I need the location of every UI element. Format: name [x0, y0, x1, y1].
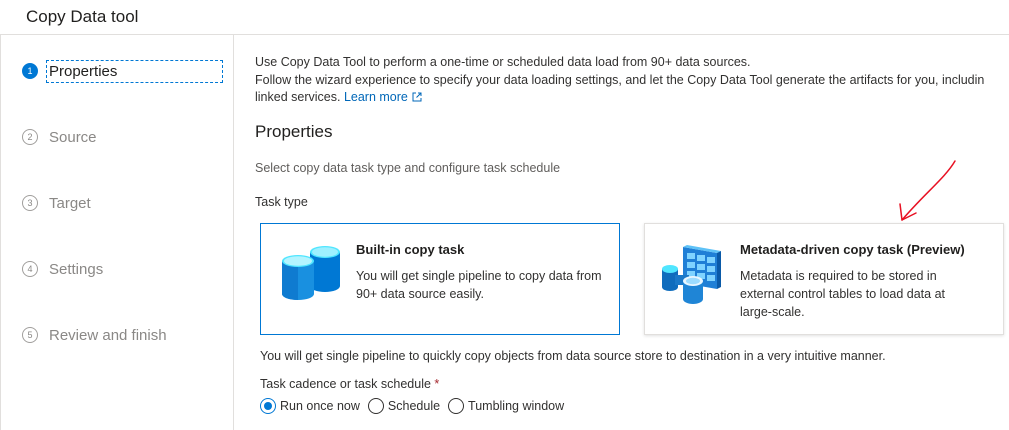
radio-circle[interactable]	[448, 398, 465, 414]
radio-label: Run once now	[280, 399, 360, 413]
task-type-label: Task type	[255, 195, 308, 209]
radio-schedule[interactable]: Schedule	[367, 398, 441, 414]
wizard-steps-sidebar: 1 Properties 2 Source 3 Target 4 Setting…	[0, 35, 234, 430]
metadata-driven-copy-task-card[interactable]: Metadata-driven copy task (Preview) Meta…	[644, 223, 1004, 335]
intro-line: linked services.	[255, 90, 341, 104]
step-target[interactable]: 3 Target	[22, 192, 232, 214]
schedule-label-text: Task cadence or task schedule	[260, 377, 431, 391]
radio-label: Schedule	[387, 399, 441, 413]
builtin-copy-task-card[interactable]: Built-in copy task You will get single p…	[260, 223, 620, 335]
step-number-badge: 3	[22, 195, 38, 211]
step-properties[interactable]: 1 Properties	[22, 59, 232, 83]
red-arrow-annotation	[899, 160, 956, 221]
radio-circle[interactable]	[367, 398, 384, 414]
card-title: Built-in copy task	[356, 242, 465, 257]
step-number-badge: 5	[22, 327, 38, 343]
section-title: Properties	[255, 122, 333, 141]
learn-more-link[interactable]: Learn more	[344, 90, 422, 104]
step-settings[interactable]: 4 Settings	[22, 258, 232, 280]
section-subtitle: Select copy data task type and configure…	[255, 161, 561, 175]
step-label: Settings	[49, 260, 104, 278]
step-source[interactable]: 2 Source	[22, 126, 232, 148]
card-description: You will get single pipeline to copy dat…	[356, 269, 602, 301]
step-label: Properties	[46, 59, 223, 83]
main-content: Use Copy Data Tool to perform a one-time…	[255, 35, 1009, 430]
step-label: Target	[49, 194, 91, 212]
schedule-label: Task cadence or task schedule *	[260, 377, 439, 391]
metadata-table-icon	[662, 245, 721, 304]
step-label: Source	[49, 128, 97, 146]
task-type-note: You will get single pipeline to quickly …	[260, 349, 886, 363]
intro-line-3: linked services. Learn more	[255, 89, 984, 107]
required-asterisk: *	[434, 377, 440, 391]
card-title: Metadata-driven copy task (Preview)	[740, 242, 965, 257]
window-title: Copy Data tool	[26, 7, 139, 26]
card-description: Metadata is required to be stored in ext…	[740, 269, 945, 319]
schedule-radio-group: Run once now Schedule Tumbling window	[260, 398, 572, 414]
learn-more-label: Learn more	[343, 90, 408, 104]
radio-tumbling-window[interactable]: Tumbling window	[448, 398, 564, 414]
intro-text: Use Copy Data Tool to perform a one-time…	[255, 54, 984, 107]
step-number-badge: 4	[22, 261, 38, 277]
radio-circle[interactable]	[260, 398, 276, 414]
intro-line: Follow the wizard experience to specify …	[255, 72, 985, 87]
step-review-and-finish[interactable]: 5 Review and finish	[22, 324, 232, 346]
title-bar: Copy Data tool	[0, 0, 1009, 35]
database-icon	[282, 246, 340, 300]
intro-line: Use Copy Data Tool to perform a one-time…	[255, 55, 751, 69]
step-label: Review and finish	[49, 326, 167, 344]
step-number-badge: 1	[22, 63, 38, 79]
radio-run-once-now[interactable]: Run once now	[260, 398, 360, 414]
radio-label: Tumbling window	[468, 399, 565, 413]
step-number-badge: 2	[22, 129, 38, 145]
external-link-icon	[412, 92, 422, 102]
